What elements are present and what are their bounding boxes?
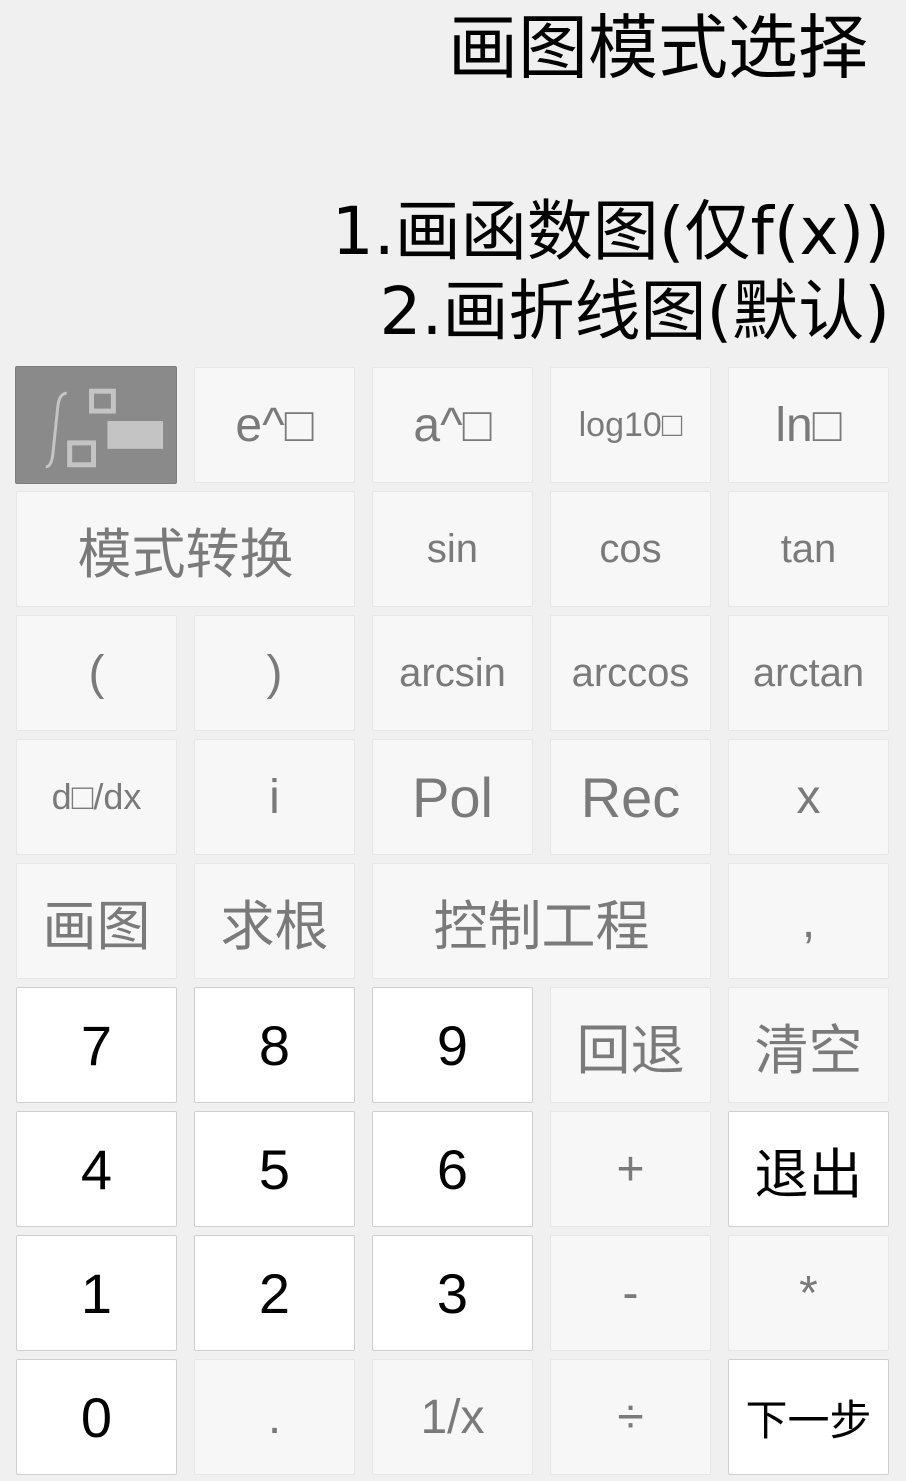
comma-button[interactable]: , <box>728 863 889 979</box>
digit-5-button[interactable]: 5 <box>194 1111 355 1227</box>
digit-4-button[interactable]: 4 <box>16 1111 177 1227</box>
digit-8-button[interactable]: 8 <box>194 987 355 1103</box>
plus-button[interactable]: + <box>550 1111 711 1227</box>
integral-template-button[interactable] <box>15 366 177 484</box>
control-engineering-button[interactable]: 控制工程 <box>372 863 711 979</box>
sin-button[interactable]: sin <box>372 491 533 607</box>
decimal-point-button[interactable]: . <box>194 1359 355 1475</box>
imaginary-unit-button[interactable]: i <box>194 739 355 855</box>
arccos-button[interactable]: arccos <box>550 615 711 731</box>
mode-options: 1.画函数图(仅f(x)) 2.画折线图(默认) <box>332 192 890 352</box>
x-variable-button[interactable]: x <box>728 739 889 855</box>
minus-button[interactable]: - <box>550 1235 711 1351</box>
cos-button[interactable]: cos <box>550 491 711 607</box>
left-paren-button[interactable]: ( <box>16 615 177 731</box>
digit-2-button[interactable]: 2 <box>194 1235 355 1351</box>
clear-button[interactable]: 清空 <box>728 987 889 1103</box>
find-root-button[interactable]: 求根 <box>194 863 355 979</box>
digit-6-button[interactable]: 6 <box>372 1111 533 1227</box>
rec-button[interactable]: Rec <box>550 739 711 855</box>
exit-button[interactable]: 退出 <box>728 1111 889 1227</box>
ln-button[interactable]: ln□ <box>728 367 889 483</box>
arcsin-button[interactable]: arcsin <box>372 615 533 731</box>
digit-9-button[interactable]: 9 <box>372 987 533 1103</box>
integral-icon <box>45 388 164 469</box>
log10-button[interactable]: log10□ <box>550 367 711 483</box>
plot-button[interactable]: 画图 <box>16 863 177 979</box>
digit-3-button[interactable]: 3 <box>372 1235 533 1351</box>
derivative-button[interactable]: d□/dx <box>16 739 177 855</box>
backspace-button[interactable]: 回退 <box>550 987 711 1103</box>
mode-option-2: 2.画折线图(默认) <box>379 273 890 350</box>
tan-button[interactable]: tan <box>728 491 889 607</box>
next-step-button[interactable]: 下一步 <box>728 1359 889 1475</box>
right-paren-button[interactable]: ) <box>194 615 355 731</box>
reciprocal-button[interactable]: 1/x <box>372 1359 533 1475</box>
digit-7-button[interactable]: 7 <box>16 987 177 1103</box>
arctan-button[interactable]: arctan <box>728 615 889 731</box>
mode-switch-button[interactable]: 模式转换 <box>16 491 355 607</box>
a-power-button[interactable]: a^□ <box>372 367 533 483</box>
display-title: 画图模式选择 <box>448 7 868 89</box>
digit-0-button[interactable]: 0 <box>16 1359 177 1475</box>
digit-1-button[interactable]: 1 <box>16 1235 177 1351</box>
e-power-button[interactable]: e^□ <box>194 367 355 483</box>
mode-option-1: 1.画函数图(仅f(x)) <box>331 193 890 270</box>
divide-button[interactable]: ÷ <box>550 1359 711 1475</box>
multiply-button[interactable]: * <box>728 1235 889 1351</box>
pol-button[interactable]: Pol <box>372 739 533 855</box>
